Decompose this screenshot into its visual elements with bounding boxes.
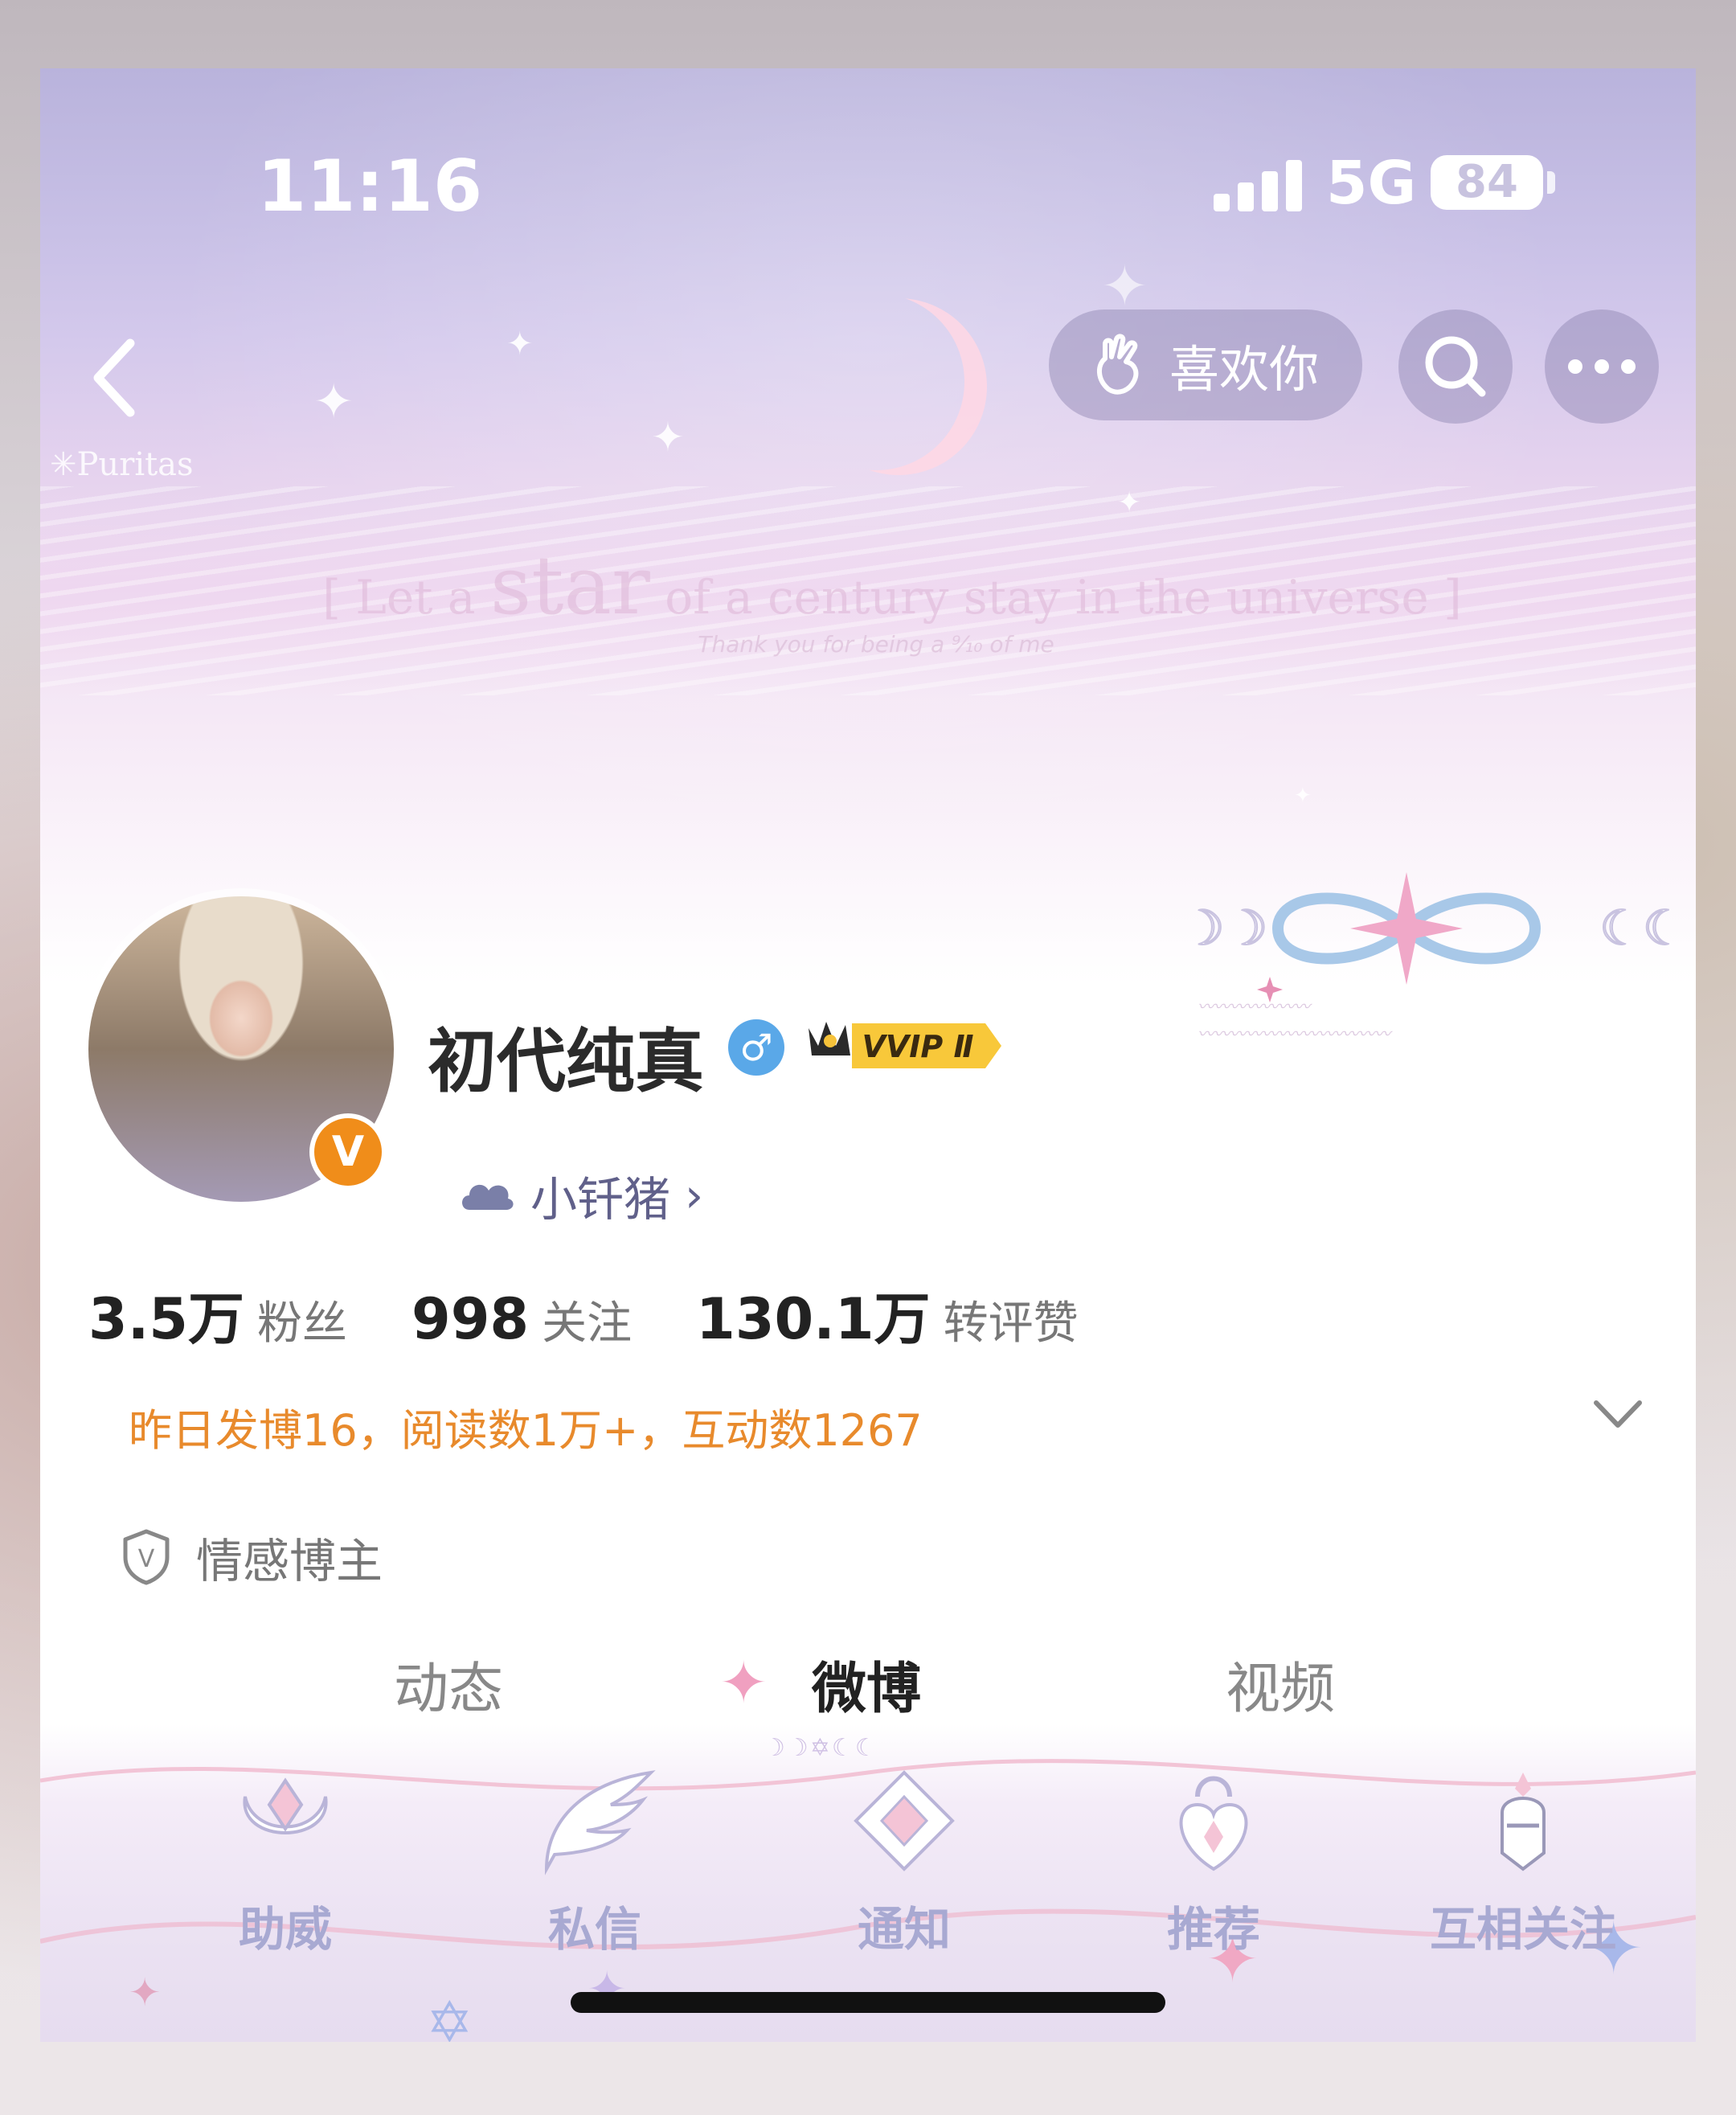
blogger-tag-label: 情感博主 bbox=[196, 1534, 383, 1588]
fan-group-name: 小钎猪 bbox=[530, 1172, 671, 1227]
banner-quote: [ Let a star of a century stay in the un… bbox=[313, 539, 1471, 633]
notification-button[interactable]: 通知 bbox=[816, 1765, 993, 1959]
cheer-button[interactable]: 助威 bbox=[197, 1765, 374, 1959]
shield-letter: V bbox=[138, 1545, 155, 1573]
network-type: 5G bbox=[1326, 149, 1417, 218]
quote-emphasis: star bbox=[489, 539, 650, 633]
like-you-button[interactable]: 喜欢你 bbox=[1049, 309, 1362, 420]
diamond-gem-icon bbox=[854, 1770, 955, 1871]
shield-icon: V bbox=[123, 1529, 170, 1585]
moon-decoration bbox=[788, 293, 964, 470]
interactions-count[interactable]: 130.1万 bbox=[696, 1274, 930, 1355]
svg-text:☽☽: ☽☽ bbox=[1181, 900, 1268, 957]
svg-text:☾☾: ☾☾ bbox=[1599, 900, 1686, 957]
vvip-label: VVIP Ⅱ bbox=[862, 1029, 973, 1064]
fan-group-link[interactable]: 小钎猪 › bbox=[458, 1162, 703, 1229]
recommend-button[interactable]: 推荐 bbox=[1125, 1765, 1302, 1959]
wing-icon bbox=[544, 1770, 656, 1875]
message-button[interactable]: 私信 bbox=[506, 1765, 683, 1959]
tab-video[interactable]: 视频 bbox=[1226, 1644, 1335, 1724]
sparkle-icon: ✦ bbox=[313, 374, 354, 430]
sparkle-icon: ✦ bbox=[1294, 784, 1312, 808]
svg-text:✡: ✡ bbox=[426, 1990, 473, 2042]
search-icon bbox=[1425, 336, 1486, 397]
star-icon: ✦ bbox=[719, 1649, 768, 1716]
chevron-left-icon bbox=[93, 338, 135, 417]
tab-dynamic[interactable]: 动态 bbox=[394, 1644, 503, 1724]
message-label: 私信 bbox=[547, 1902, 641, 1957]
daily-summary: 昨日发博16，阅读数1万+，互动数1267 bbox=[129, 1405, 923, 1456]
sparkle-icon: ✦ bbox=[651, 414, 685, 461]
battery-tip bbox=[1547, 171, 1555, 194]
home-indicator[interactable] bbox=[571, 1992, 1165, 2013]
like-you-label: 喜欢你 bbox=[1169, 340, 1319, 399]
crescent-gem-icon bbox=[243, 1777, 328, 1834]
back-button[interactable] bbox=[80, 326, 153, 430]
status-time: 11:16 bbox=[257, 145, 483, 227]
stats-row: 3.5万 粉丝 998 关注 130.1万 转评赞 bbox=[88, 1274, 1143, 1355]
cloud-icon bbox=[462, 1184, 514, 1210]
quote-suffix: of a century stay in the universe ] bbox=[649, 570, 1462, 625]
quote-prefix: [ Let a bbox=[322, 570, 490, 625]
following-count[interactable]: 998 bbox=[411, 1286, 529, 1352]
hand-heart-icon bbox=[1096, 334, 1139, 395]
followers-label[interactable]: 粉丝 bbox=[257, 1287, 347, 1352]
more-button[interactable] bbox=[1545, 309, 1659, 424]
gender-male-icon: ♂ bbox=[728, 1019, 784, 1076]
signal-icon bbox=[1214, 158, 1302, 211]
battery-icon: 84 bbox=[1431, 155, 1543, 210]
notification-label: 通知 bbox=[857, 1902, 951, 1957]
interactions-label[interactable]: 转评赞 bbox=[944, 1287, 1079, 1352]
following-label[interactable]: 关注 bbox=[542, 1287, 632, 1352]
tab-weibo[interactable]: 微博 bbox=[812, 1644, 921, 1724]
knight-helmet-icon bbox=[1501, 1773, 1546, 1871]
mutual-follow-button[interactable]: 互相关注 bbox=[1402, 1765, 1644, 1959]
sparkle-icon: ✦ bbox=[1117, 486, 1142, 519]
heart-lock-icon bbox=[1179, 1776, 1248, 1871]
svg-text:✦: ✦ bbox=[129, 1970, 161, 2015]
cheer-label: 助威 bbox=[238, 1902, 332, 1957]
phone-screen: ✦ ✦ ✦ ✦ ✦ ✦ 11:16 5G 84 喜欢你 ✳Puritas [L… bbox=[40, 68, 1696, 2042]
blogger-tag[interactable]: V 情感博主 bbox=[121, 1523, 383, 1591]
more-dots-icon bbox=[1568, 359, 1636, 374]
mutual-follow-label: 互相关注 bbox=[1429, 1902, 1616, 1957]
banner-subquote: Thank you for being a ⁹⁄₁₀ of me bbox=[698, 631, 1054, 658]
chevron-down-icon[interactable] bbox=[1591, 1396, 1644, 1432]
verified-badge: V bbox=[309, 1113, 387, 1191]
profile-name: 初代纯真 bbox=[428, 1022, 704, 1102]
content-tabs: 动态 微博 视频 ✦ ☽☽✡☾☾ bbox=[40, 1644, 1696, 1762]
sparkle-icon: ✦ bbox=[506, 326, 534, 363]
chevron-right-icon: › bbox=[685, 1168, 704, 1223]
banner-watermark: ✳Puritas bbox=[50, 446, 194, 483]
search-button[interactable] bbox=[1398, 309, 1513, 424]
vvip-badge[interactable]: VVIP Ⅱ bbox=[804, 1014, 1003, 1078]
decorative-script: 〰〰〰〰〰〰〰 〰〰〰〰〰〰〰〰〰〰〰〰 bbox=[1198, 997, 1390, 1043]
followers-count[interactable]: 3.5万 bbox=[88, 1274, 244, 1355]
recommend-label: 推荐 bbox=[1166, 1902, 1260, 1957]
